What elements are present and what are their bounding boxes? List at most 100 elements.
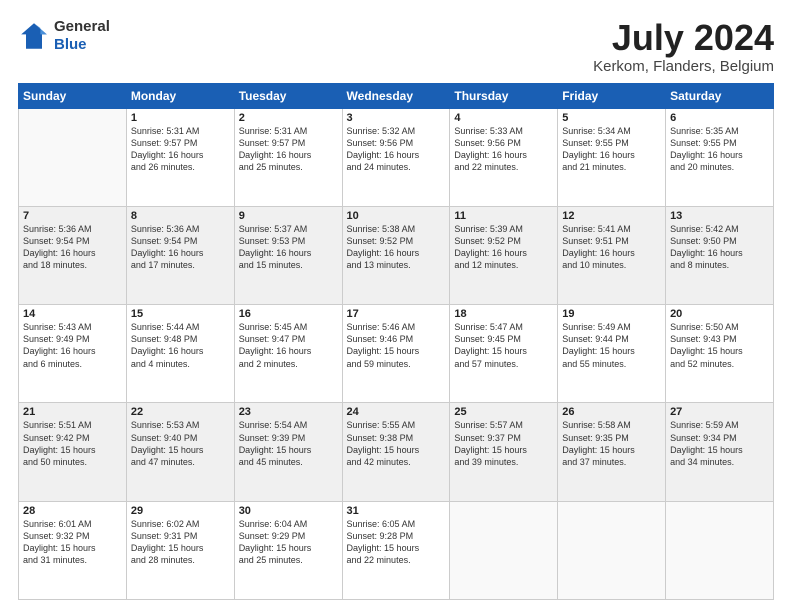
day-number: 10 [347,210,446,222]
calendar-cell: 24Sunrise: 5:55 AM Sunset: 9:38 PM Dayli… [342,403,450,501]
day-number: 5 [562,112,661,124]
day-number: 25 [454,406,553,418]
day-info: Sunrise: 5:41 AM Sunset: 9:51 PM Dayligh… [562,223,661,272]
calendar-cell: 23Sunrise: 5:54 AM Sunset: 9:39 PM Dayli… [234,403,342,501]
day-number: 12 [562,210,661,222]
logo-text: General Blue [54,18,110,54]
day-info: Sunrise: 5:54 AM Sunset: 9:39 PM Dayligh… [239,419,338,468]
day-info: Sunrise: 6:05 AM Sunset: 9:28 PM Dayligh… [347,518,446,567]
calendar-cell: 1Sunrise: 5:31 AM Sunset: 9:57 PM Daylig… [126,108,234,206]
day-number: 14 [23,308,122,320]
day-info: Sunrise: 6:04 AM Sunset: 9:29 PM Dayligh… [239,518,338,567]
calendar-week-row: 14Sunrise: 5:43 AM Sunset: 9:49 PM Dayli… [19,305,774,403]
calendar-cell: 7Sunrise: 5:36 AM Sunset: 9:54 PM Daylig… [19,206,127,304]
day-number: 18 [454,308,553,320]
day-info: Sunrise: 5:32 AM Sunset: 9:56 PM Dayligh… [347,125,446,174]
col-header-tuesday: Tuesday [234,83,342,108]
calendar-cell: 19Sunrise: 5:49 AM Sunset: 9:44 PM Dayli… [558,305,666,403]
day-info: Sunrise: 5:53 AM Sunset: 9:40 PM Dayligh… [131,419,230,468]
day-info: Sunrise: 5:33 AM Sunset: 9:56 PM Dayligh… [454,125,553,174]
day-number: 17 [347,308,446,320]
calendar-cell: 5Sunrise: 5:34 AM Sunset: 9:55 PM Daylig… [558,108,666,206]
day-info: Sunrise: 5:55 AM Sunset: 9:38 PM Dayligh… [347,419,446,468]
day-info: Sunrise: 5:49 AM Sunset: 9:44 PM Dayligh… [562,321,661,370]
day-info: Sunrise: 5:42 AM Sunset: 9:50 PM Dayligh… [670,223,769,272]
calendar-week-row: 1Sunrise: 5:31 AM Sunset: 9:57 PM Daylig… [19,108,774,206]
calendar-cell: 27Sunrise: 5:59 AM Sunset: 9:34 PM Dayli… [666,403,774,501]
calendar-header-row: SundayMondayTuesdayWednesdayThursdayFrid… [19,83,774,108]
day-number: 16 [239,308,338,320]
day-info: Sunrise: 5:37 AM Sunset: 9:53 PM Dayligh… [239,223,338,272]
calendar-cell: 3Sunrise: 5:32 AM Sunset: 9:56 PM Daylig… [342,108,450,206]
calendar-cell [19,108,127,206]
day-number: 21 [23,406,122,418]
calendar-cell: 13Sunrise: 5:42 AM Sunset: 9:50 PM Dayli… [666,206,774,304]
calendar-week-row: 7Sunrise: 5:36 AM Sunset: 9:54 PM Daylig… [19,206,774,304]
calendar-cell: 17Sunrise: 5:46 AM Sunset: 9:46 PM Dayli… [342,305,450,403]
calendar-table: SundayMondayTuesdayWednesdayThursdayFrid… [18,83,774,600]
header: General Blue July 2024 Kerkom, Flanders,… [18,18,774,75]
calendar-cell: 21Sunrise: 5:51 AM Sunset: 9:42 PM Dayli… [19,403,127,501]
day-number: 28 [23,505,122,517]
day-number: 1 [131,112,230,124]
calendar-cell: 26Sunrise: 5:58 AM Sunset: 9:35 PM Dayli… [558,403,666,501]
page: General Blue July 2024 Kerkom, Flanders,… [0,0,792,612]
calendar-cell: 28Sunrise: 6:01 AM Sunset: 9:32 PM Dayli… [19,501,127,599]
day-number: 26 [562,406,661,418]
calendar-cell: 11Sunrise: 5:39 AM Sunset: 9:52 PM Dayli… [450,206,558,304]
day-info: Sunrise: 5:31 AM Sunset: 9:57 PM Dayligh… [131,125,230,174]
day-info: Sunrise: 5:59 AM Sunset: 9:34 PM Dayligh… [670,419,769,468]
day-info: Sunrise: 6:02 AM Sunset: 9:31 PM Dayligh… [131,518,230,567]
calendar-cell [558,501,666,599]
day-info: Sunrise: 5:39 AM Sunset: 9:52 PM Dayligh… [454,223,553,272]
day-number: 23 [239,406,338,418]
calendar-week-row: 28Sunrise: 6:01 AM Sunset: 9:32 PM Dayli… [19,501,774,599]
day-number: 4 [454,112,553,124]
main-title: July 2024 [593,18,774,58]
day-number: 27 [670,406,769,418]
logo-icon [18,20,50,52]
day-info: Sunrise: 5:38 AM Sunset: 9:52 PM Dayligh… [347,223,446,272]
day-info: Sunrise: 5:46 AM Sunset: 9:46 PM Dayligh… [347,321,446,370]
calendar-cell: 6Sunrise: 5:35 AM Sunset: 9:55 PM Daylig… [666,108,774,206]
calendar-cell: 25Sunrise: 5:57 AM Sunset: 9:37 PM Dayli… [450,403,558,501]
day-info: Sunrise: 5:36 AM Sunset: 9:54 PM Dayligh… [131,223,230,272]
day-number: 11 [454,210,553,222]
calendar-cell: 10Sunrise: 5:38 AM Sunset: 9:52 PM Dayli… [342,206,450,304]
calendar-week-row: 21Sunrise: 5:51 AM Sunset: 9:42 PM Dayli… [19,403,774,501]
day-number: 8 [131,210,230,222]
col-header-sunday: Sunday [19,83,127,108]
day-info: Sunrise: 5:43 AM Sunset: 9:49 PM Dayligh… [23,321,122,370]
day-number: 2 [239,112,338,124]
calendar-cell [450,501,558,599]
calendar-cell: 20Sunrise: 5:50 AM Sunset: 9:43 PM Dayli… [666,305,774,403]
day-number: 22 [131,406,230,418]
day-info: Sunrise: 6:01 AM Sunset: 9:32 PM Dayligh… [23,518,122,567]
calendar-cell: 16Sunrise: 5:45 AM Sunset: 9:47 PM Dayli… [234,305,342,403]
calendar-cell: 14Sunrise: 5:43 AM Sunset: 9:49 PM Dayli… [19,305,127,403]
day-info: Sunrise: 5:31 AM Sunset: 9:57 PM Dayligh… [239,125,338,174]
day-info: Sunrise: 5:36 AM Sunset: 9:54 PM Dayligh… [23,223,122,272]
day-number: 19 [562,308,661,320]
calendar-cell [666,501,774,599]
day-number: 31 [347,505,446,517]
calendar-cell: 31Sunrise: 6:05 AM Sunset: 9:28 PM Dayli… [342,501,450,599]
calendar-cell: 30Sunrise: 6:04 AM Sunset: 9:29 PM Dayli… [234,501,342,599]
calendar-cell: 4Sunrise: 5:33 AM Sunset: 9:56 PM Daylig… [450,108,558,206]
day-number: 6 [670,112,769,124]
day-info: Sunrise: 5:51 AM Sunset: 9:42 PM Dayligh… [23,419,122,468]
day-number: 13 [670,210,769,222]
day-info: Sunrise: 5:58 AM Sunset: 9:35 PM Dayligh… [562,419,661,468]
calendar-cell: 15Sunrise: 5:44 AM Sunset: 9:48 PM Dayli… [126,305,234,403]
calendar-cell: 12Sunrise: 5:41 AM Sunset: 9:51 PM Dayli… [558,206,666,304]
calendar-cell: 2Sunrise: 5:31 AM Sunset: 9:57 PM Daylig… [234,108,342,206]
day-number: 30 [239,505,338,517]
calendar-cell: 22Sunrise: 5:53 AM Sunset: 9:40 PM Dayli… [126,403,234,501]
calendar-cell: 9Sunrise: 5:37 AM Sunset: 9:53 PM Daylig… [234,206,342,304]
col-header-saturday: Saturday [666,83,774,108]
day-info: Sunrise: 5:50 AM Sunset: 9:43 PM Dayligh… [670,321,769,370]
col-header-friday: Friday [558,83,666,108]
logo: General Blue [18,18,110,54]
col-header-thursday: Thursday [450,83,558,108]
title-block: July 2024 Kerkom, Flanders, Belgium [593,18,774,75]
